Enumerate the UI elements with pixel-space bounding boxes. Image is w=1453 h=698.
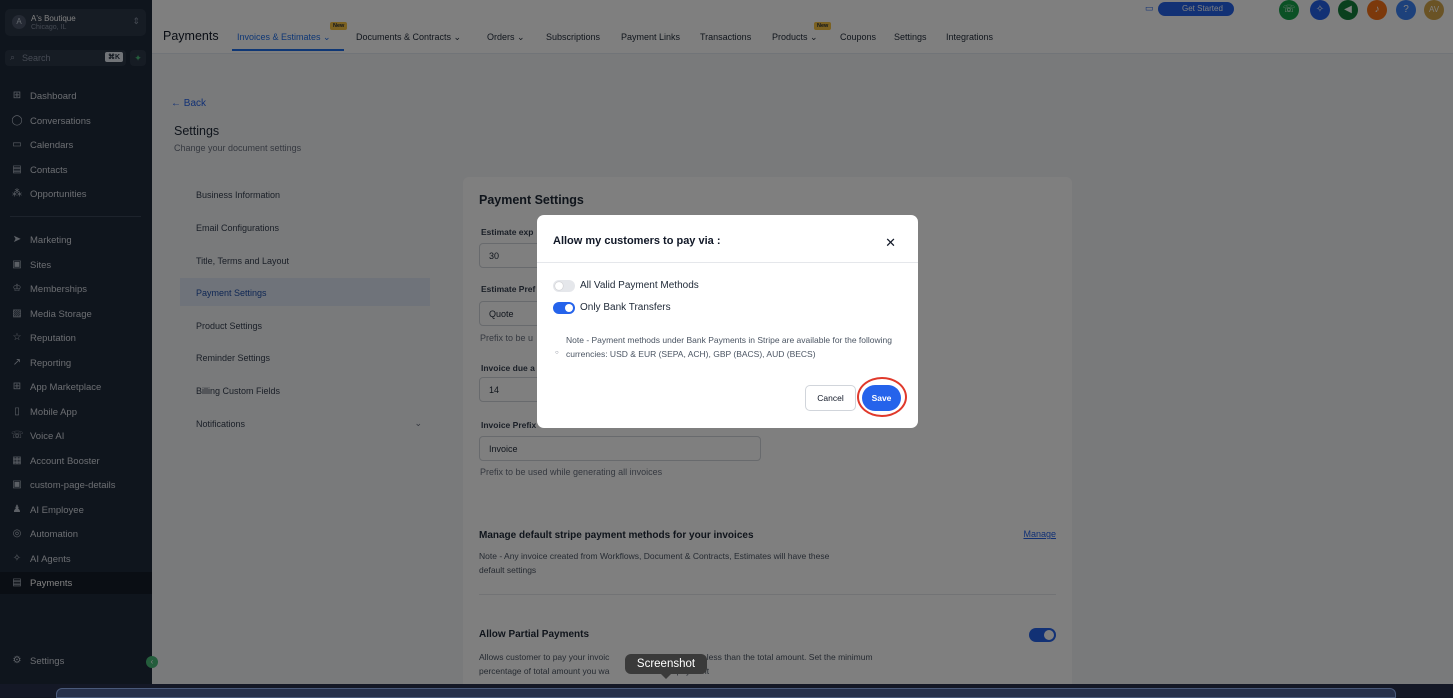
highlight-ring xyxy=(857,377,907,417)
dock-bar xyxy=(56,688,1396,698)
modal-divider xyxy=(537,262,918,263)
modal-title: Allow my customers to pay via : xyxy=(553,235,721,247)
toggle-all-valid-methods[interactable] xyxy=(553,280,575,292)
cancel-button[interactable]: Cancel xyxy=(805,385,856,411)
desktop-dock xyxy=(0,684,1453,698)
payment-method-modal: Allow my customers to pay via : ✕ All Va… xyxy=(537,215,918,428)
bullet-icon: ○ xyxy=(555,350,559,356)
screenshot-tooltip: Screenshot xyxy=(625,654,707,679)
currency-note: Note - Payment methods under Bank Paymen… xyxy=(566,335,893,359)
close-icon[interactable]: ✕ xyxy=(885,235,896,251)
toggle-only-bank-transfers[interactable] xyxy=(553,302,575,314)
app-window: A A's Boutique Chicago, IL ⇕ ⌕ Search ⌘K… xyxy=(0,0,1453,684)
